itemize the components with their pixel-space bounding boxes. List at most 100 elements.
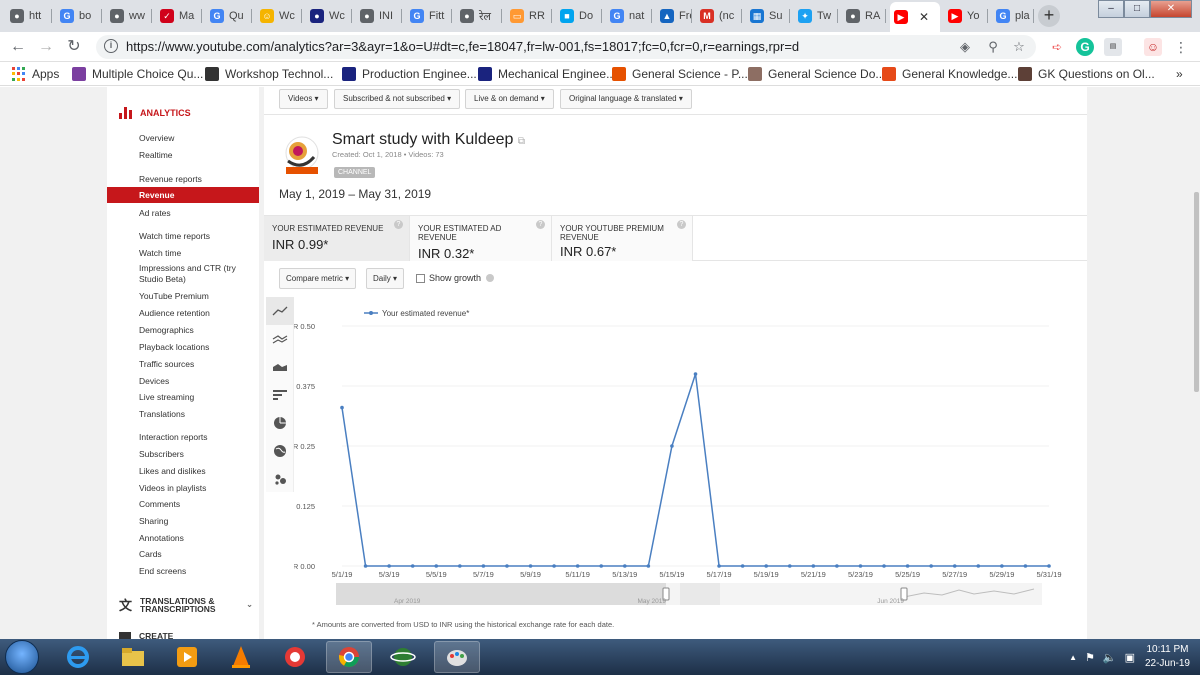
forward-icon[interactable]: → xyxy=(36,37,56,57)
sidebar-item[interactable]: Subscribers xyxy=(107,449,259,460)
close-tab-icon[interactable]: ✕ xyxy=(919,10,929,24)
bookmark-star-icon[interactable]: ☆ xyxy=(1010,38,1028,56)
browser-tab[interactable]: ● INI xyxy=(356,4,402,28)
browser-tab[interactable]: ● ww xyxy=(106,4,152,28)
browser-tab[interactable]: ▶ ✕ xyxy=(890,2,940,32)
browser-tab[interactable]: ▭ RR xyxy=(506,4,552,28)
new-tab-button[interactable]: + xyxy=(1038,5,1060,27)
interval-dropdown[interactable]: Daily ▾ xyxy=(366,268,405,289)
grammarly-icon[interactable]: G xyxy=(1076,38,1094,56)
filter-dropdown[interactable]: Live & on demand ▾ xyxy=(465,89,554,109)
sidebar-item[interactable]: Sharing xyxy=(107,516,259,527)
volume-icon[interactable]: 🔈 xyxy=(1103,651,1117,664)
file-explorer-icon[interactable] xyxy=(110,641,156,673)
create-section[interactable]: CREATE xyxy=(119,631,173,639)
sidebar-item[interactable]: Live streaming xyxy=(107,392,259,403)
bookmark-item[interactable]: Mechanical Enginee... xyxy=(478,66,616,82)
show-growth-checkbox[interactable] xyxy=(416,273,425,283)
sidebar-item[interactable]: Devices xyxy=(107,376,259,387)
show-hidden-icons[interactable]: ▲ xyxy=(1069,653,1077,662)
chart-legend[interactable]: Your estimated revenue* xyxy=(364,309,469,318)
sidebar-item[interactable]: Audience retention xyxy=(107,308,259,319)
multi-line-chart-icon[interactable] xyxy=(266,325,294,353)
sidebar-item[interactable]: Traffic sources xyxy=(107,359,259,370)
data-point[interactable] xyxy=(340,405,344,410)
vlc-icon[interactable] xyxy=(218,641,264,673)
browser-tab[interactable]: ■ Do xyxy=(556,4,602,28)
data-point[interactable] xyxy=(787,564,792,568)
bookmarks-overflow-icon[interactable]: » xyxy=(1176,66,1183,82)
browser-tab[interactable]: Gnat xyxy=(606,4,652,28)
browser-tab[interactable]: Gpla xyxy=(992,4,1034,28)
compare-metric-dropdown[interactable]: Compare metric ▾ xyxy=(279,268,357,289)
sidebar-item[interactable]: End screens xyxy=(107,566,259,577)
date-range[interactable]: May 1, 2019 – May 31, 2019 xyxy=(279,187,431,201)
data-point[interactable] xyxy=(623,564,627,568)
map-chart-icon[interactable] xyxy=(266,437,294,465)
bar-chart-icon[interactable] xyxy=(266,381,294,409)
data-point[interactable] xyxy=(481,564,486,568)
sidebar-item[interactable]: Ad rates xyxy=(107,208,259,219)
menu-icon[interactable]: ⋮ xyxy=(1172,38,1190,56)
data-point[interactable] xyxy=(952,564,957,568)
data-point[interactable] xyxy=(670,444,674,448)
browser-tab[interactable]: G Fitt xyxy=(406,4,452,28)
data-point[interactable] xyxy=(363,564,368,568)
sidebar-item[interactable]: Watch time xyxy=(107,248,259,259)
data-point[interactable] xyxy=(387,564,391,568)
data-point[interactable] xyxy=(811,564,816,568)
channel-name[interactable]: Smart study with Kuldeep ⧉ xyxy=(332,131,525,149)
extension-icon[interactable]: ▤ xyxy=(1104,38,1122,56)
data-point[interactable] xyxy=(740,564,745,568)
help-icon[interactable] xyxy=(486,274,495,282)
data-point[interactable] xyxy=(575,564,580,568)
channel-name-text[interactable]: Smart study with Kuldeep xyxy=(332,131,513,148)
bookmark-item[interactable]: Workshop Technol... xyxy=(205,66,333,82)
browser-tab[interactable]: ✦ Tw xyxy=(794,4,838,28)
data-point[interactable] xyxy=(905,564,910,568)
sidebar-item[interactable]: Realtime xyxy=(107,150,259,161)
browser-tab[interactable]: M (nc xyxy=(696,4,742,28)
sidebar-item[interactable]: Impressions and CTR (try Studio Beta) xyxy=(107,263,237,285)
sidebar-item[interactable]: Videos in playlists xyxy=(107,483,259,494)
start-button[interactable] xyxy=(5,640,39,674)
maximize-button[interactable]: □ xyxy=(1124,0,1150,18)
browser-tab[interactable]: ● htt xyxy=(6,4,52,28)
metric-card-estimated-revenue[interactable]: YOUR ESTIMATED REVENUE INR 0.99* ? xyxy=(264,216,409,261)
show-growth-toggle[interactable]: Show growth xyxy=(416,273,495,283)
metric-card-premium-revenue[interactable]: YOUR YOUTUBE PREMIUM REVENUE INR 0.67* ? xyxy=(551,216,693,261)
sidebar-item[interactable]: Likes and dislikes xyxy=(107,466,259,477)
data-point[interactable] xyxy=(528,564,533,568)
help-icon[interactable]: ? xyxy=(677,220,686,229)
sidebar-item[interactable]: Interaction reports xyxy=(107,432,259,443)
translations-section[interactable]: 文 TRANSLATIONS & TRANSCRIPTIONS ⌄ xyxy=(119,595,253,614)
back-icon[interactable]: ← xyxy=(8,37,28,57)
filter-dropdown[interactable]: Subscribed & not subscribed ▾ xyxy=(334,89,461,109)
bookmark-item[interactable]: General Knowledge... xyxy=(882,66,1017,82)
data-point[interactable] xyxy=(976,564,981,568)
sidebar-item[interactable]: Playback locations xyxy=(107,342,259,353)
pie-chart-icon[interactable] xyxy=(266,409,294,437)
browser-tab[interactable]: ▦ Su xyxy=(746,4,790,28)
filter-dropdown[interactable]: Original language & translated ▾ xyxy=(560,89,692,109)
address-bar[interactable]: i https://www.youtube.com/analytics?ar=3… xyxy=(96,35,1036,59)
sidebar-item[interactable]: Overview xyxy=(107,133,259,144)
data-point[interactable] xyxy=(434,564,439,568)
close-window-button[interactable]: ✕ xyxy=(1150,0,1192,18)
minimize-button[interactable]: – xyxy=(1098,0,1124,18)
data-point[interactable] xyxy=(1023,564,1028,568)
data-point[interactable] xyxy=(717,564,721,568)
browser-tab[interactable]: G Qu xyxy=(206,4,252,28)
bookmark-item[interactable]: General Science - P... xyxy=(612,66,748,82)
data-point[interactable] xyxy=(693,372,698,376)
channel-logo[interactable] xyxy=(278,131,326,177)
sidebar-item[interactable]: Translations xyxy=(107,409,259,420)
sidebar-item[interactable]: Watch time reports xyxy=(107,231,259,242)
browser-tab[interactable]: ☺ Wc xyxy=(256,4,302,28)
browser-tab[interactable]: ● Wc xyxy=(306,4,352,28)
reload-icon[interactable]: ↻ xyxy=(64,37,84,57)
data-point[interactable] xyxy=(1000,564,1004,568)
cookie-blocked-icon[interactable]: ◈ xyxy=(956,38,974,56)
network-icon[interactable]: ▣ xyxy=(1125,651,1135,664)
scrollbar-thumb[interactable] xyxy=(1194,192,1199,392)
